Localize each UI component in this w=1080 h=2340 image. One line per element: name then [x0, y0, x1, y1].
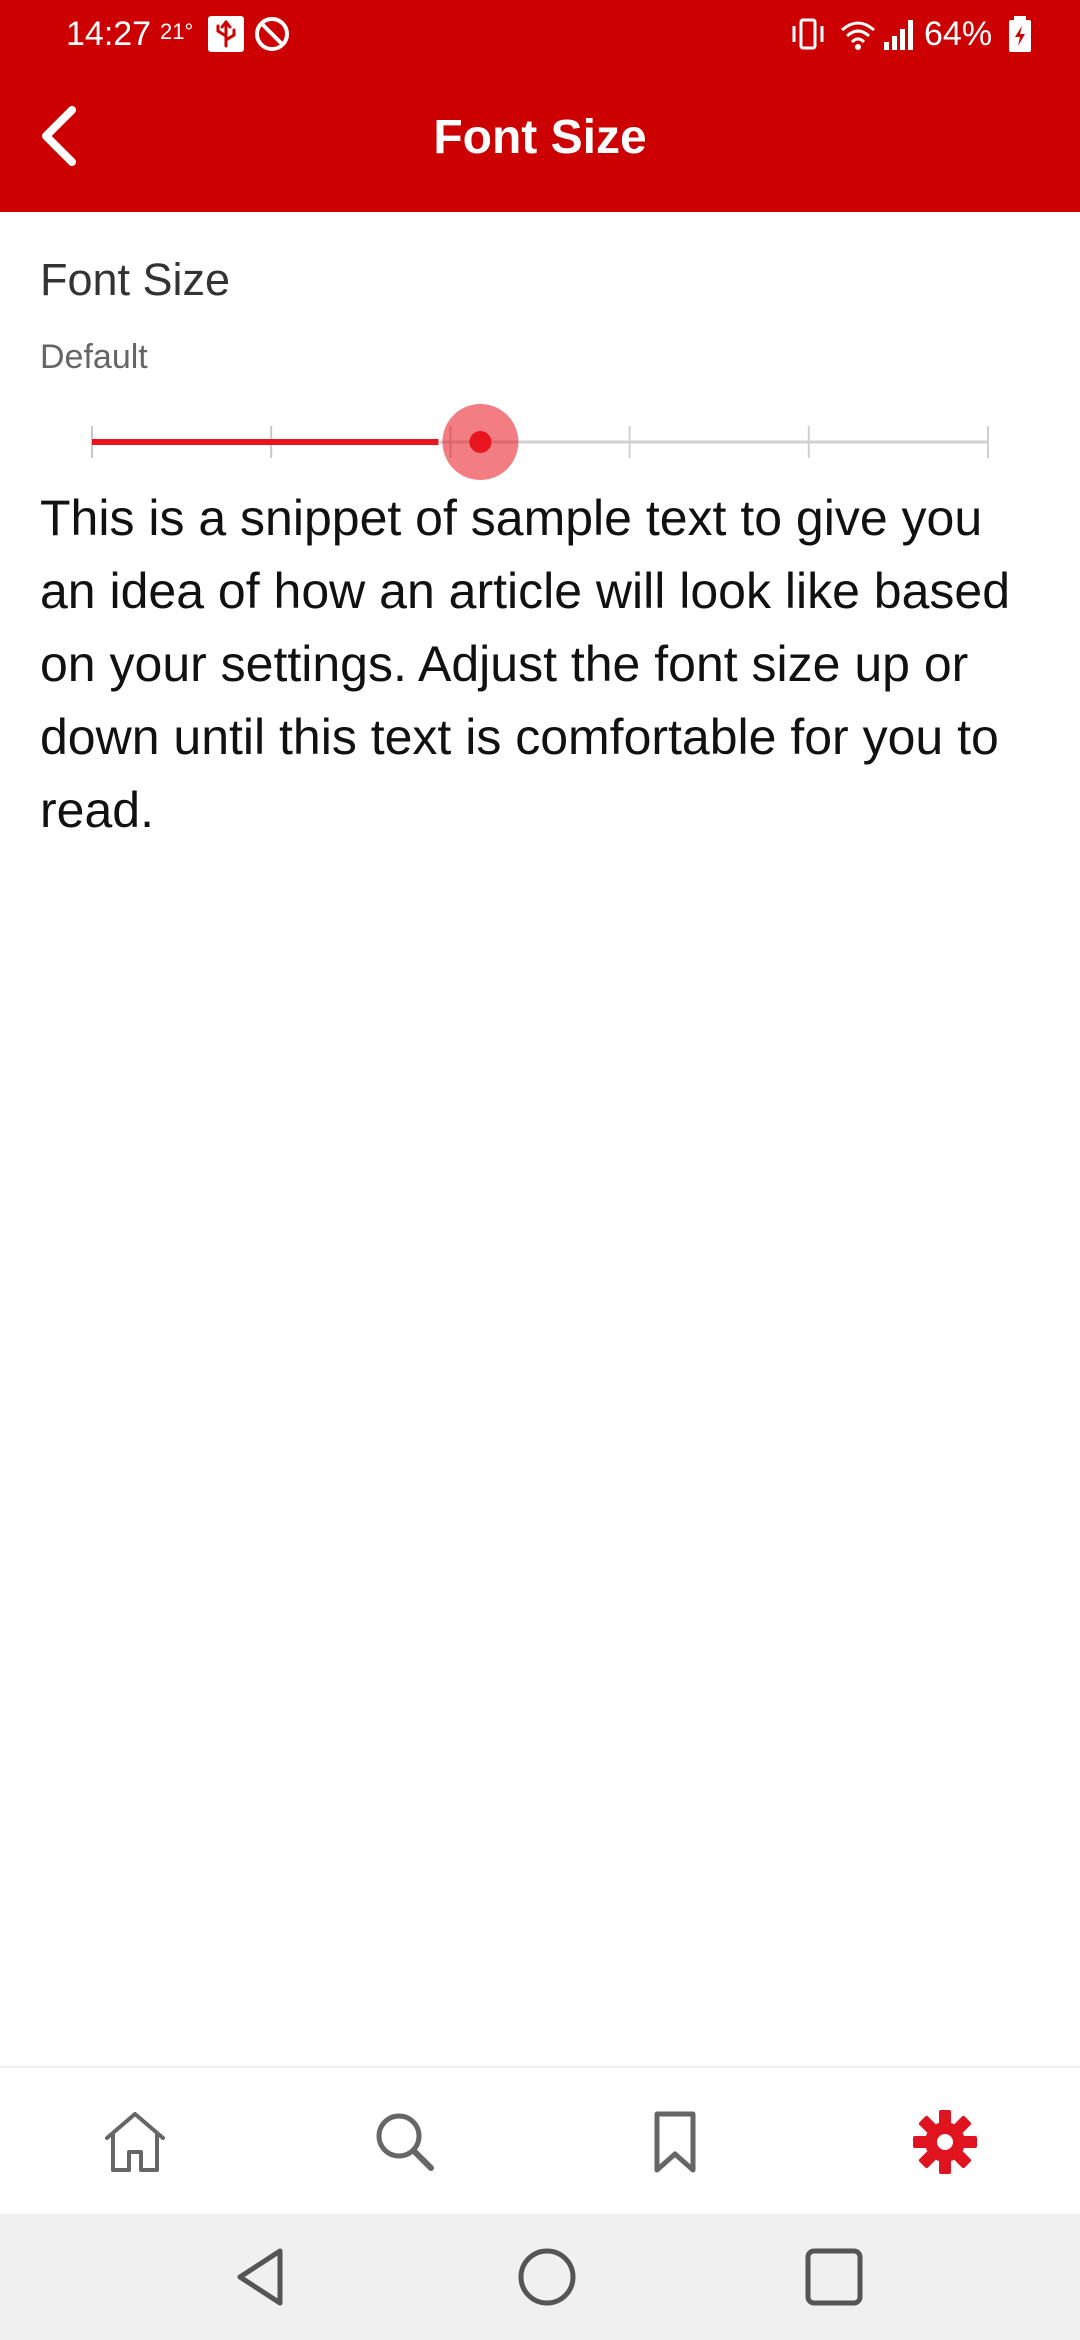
- bookmark-icon: [654, 2111, 696, 2173]
- font-size-slider[interactable]: [40, 396, 1040, 488]
- setting-title: Font Size: [40, 254, 231, 305]
- wifi-icon: [838, 14, 878, 54]
- square-recents-icon: [805, 2248, 863, 2306]
- status-time: 14:27: [66, 15, 152, 53]
- system-recents-button[interactable]: [794, 2237, 874, 2317]
- nav-settings[interactable]: [810, 2068, 1080, 2216]
- system-back-button[interactable]: [222, 2237, 302, 2317]
- system-nav-bar: [0, 2214, 1080, 2340]
- usb-icon: [206, 14, 246, 54]
- circle-home-icon: [518, 2248, 576, 2306]
- system-home-button[interactable]: [507, 2237, 587, 2317]
- home-icon: [105, 2112, 165, 2172]
- sample-text: This is a snippet of sample text to give…: [40, 490, 1010, 838]
- battery-percentage: 64%: [924, 15, 993, 53]
- battery-icon: [1000, 14, 1040, 54]
- blocked-icon: [252, 14, 292, 54]
- triangle-back-icon: [237, 2248, 283, 2306]
- bottom-nav: [0, 2066, 1080, 2216]
- nav-home[interactable]: [0, 2068, 270, 2216]
- header: 14:27 21° 64% Font Size: [0, 0, 1080, 212]
- gear-icon: [913, 2110, 977, 2174]
- screen: 14:27 21° 64% Font Size Font Size Defaul…: [0, 0, 1080, 2340]
- status-temperature: 21°: [160, 19, 194, 44]
- vibrate-icon: [788, 14, 828, 54]
- status-bar: 14:27 21° 64%: [0, 0, 1080, 70]
- setting-value: Default: [40, 338, 148, 376]
- search-icon: [376, 2113, 434, 2171]
- nav-search[interactable]: [270, 2068, 540, 2216]
- signal-icon: [880, 14, 920, 54]
- app-bar: Font Size: [0, 70, 1080, 212]
- nav-bookmarks[interactable]: [540, 2068, 810, 2216]
- page-title: Font Size: [433, 111, 647, 164]
- slider-thumb: [469, 431, 492, 453]
